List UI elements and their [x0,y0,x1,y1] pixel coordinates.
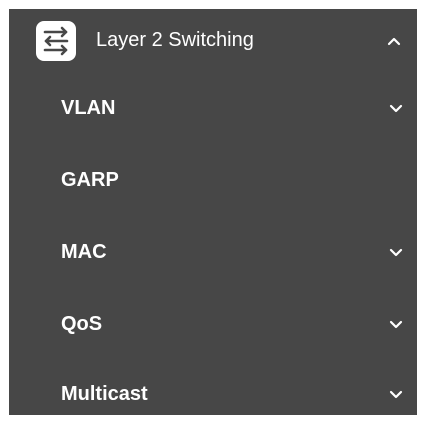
menu-item-label: MAC [61,241,107,263]
chevron-up-icon [387,37,401,46]
menu-item-label: VLAN [61,97,116,119]
chevron-down-icon [389,104,403,113]
menu-item-qos[interactable]: QoS [9,289,417,361]
menu-item-multicast[interactable]: Multicast [9,359,417,431]
navigation-menu: Layer 2 Switching VLAN GARP MAC QoS Mult… [9,9,417,415]
menu-item-vlan[interactable]: VLAN [9,73,417,145]
menu-item-label: Multicast [61,383,148,405]
menu-item-label: GARP [61,169,119,191]
menu-section-layer-2-switching[interactable]: Layer 2 Switching [9,9,417,73]
menu-item-garp[interactable]: GARP [9,145,417,217]
menu-item-mac[interactable]: MAC [9,217,417,289]
menu-item-label: QoS [61,313,103,335]
chevron-down-icon [389,390,403,399]
chevron-down-icon [389,248,403,257]
switch-arrows-icon [36,21,76,61]
menu-section-title: Layer 2 Switching [96,29,254,51]
chevron-down-icon [389,320,403,329]
